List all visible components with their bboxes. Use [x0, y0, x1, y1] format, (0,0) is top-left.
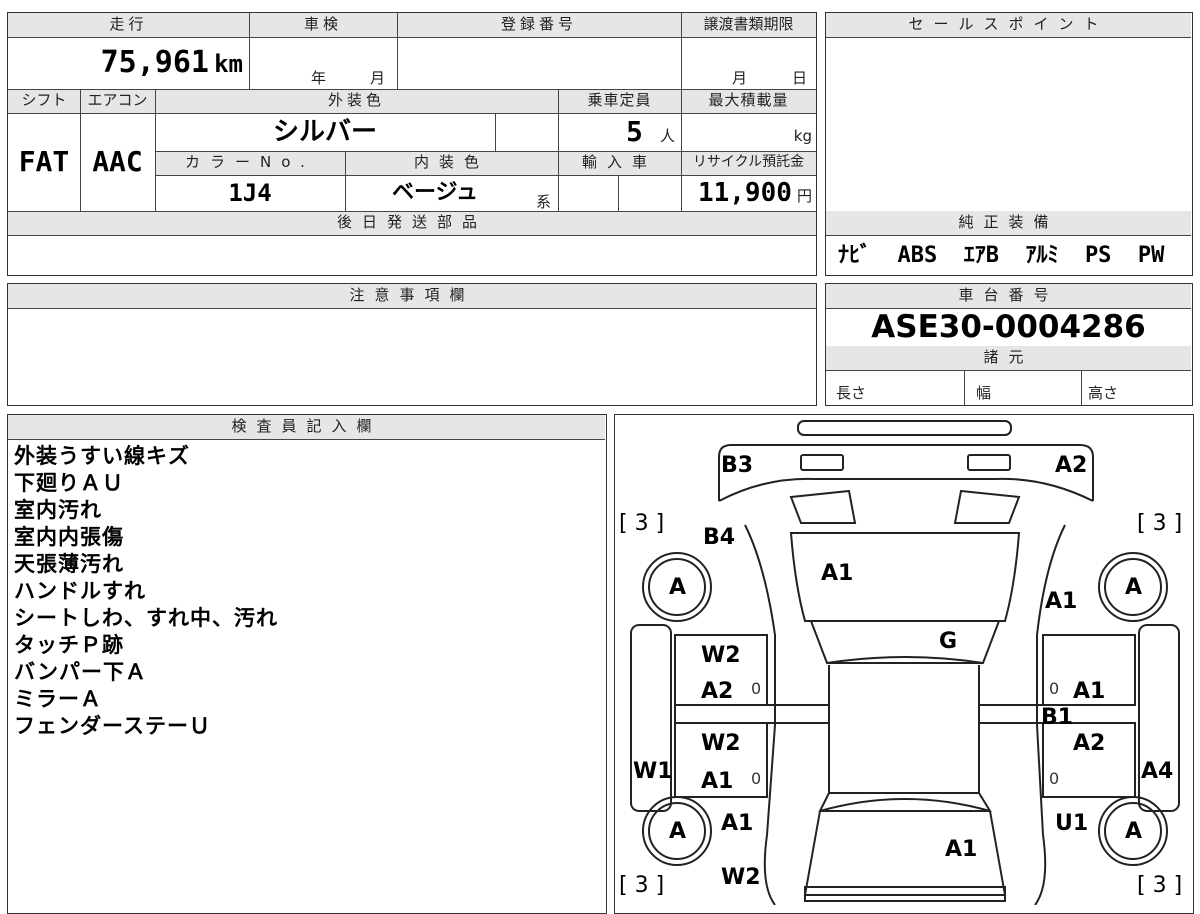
later-parts-header: 後日発送部品: [8, 211, 816, 235]
genuine-equipment-header: 純正装備: [826, 211, 1191, 235]
mileage-value: 75,961: [100, 45, 209, 80]
inspector-line: バンパー下Ａ: [14, 660, 148, 684]
zero-mark: 0: [1049, 679, 1060, 698]
registration-header: 登録番号: [397, 13, 681, 37]
inspector-line: ハンドルすれ: [14, 579, 146, 603]
inspector-lines: 外装うすい線キズ 下廻りＡＵ 室内汚れ 室内内張傷 天張薄汚れ ハンドルすれ シ…: [14, 443, 594, 740]
tire-a-rear-left: A: [669, 819, 687, 844]
label-g: G: [939, 629, 958, 654]
capacity-value: 5: [626, 115, 643, 148]
label-w2-left-front: W2: [701, 643, 741, 668]
inspection-month: 月: [370, 69, 386, 87]
mileage-header: 走行: [8, 13, 249, 37]
inspector-line: 下廻りＡＵ: [14, 471, 124, 495]
inspector-line: フェンダーステーＵ: [14, 714, 211, 738]
label-b3: B3: [721, 453, 754, 478]
vehicle-info-table: 走行 車検 登録番号 譲渡書類期限 75,961 km 年 月 月 日 シフト …: [7, 12, 817, 276]
capacity-unit: 人: [659, 127, 675, 145]
label-a4: A4: [1141, 759, 1174, 784]
label-a2-right-rear-door: A2: [1073, 731, 1106, 756]
bracket-bottom-left: [ 3 ]: [619, 873, 665, 898]
color-no-header: カラーNo.: [155, 151, 345, 175]
recycle-cell: 11,900 円: [681, 175, 816, 211]
color-no-value: 1J4: [228, 179, 272, 207]
deadline-header: 譲渡書類期限: [681, 13, 816, 37]
zero-mark: 0: [751, 769, 762, 788]
load-unit: kg: [793, 127, 812, 145]
label-w1: W1: [633, 759, 673, 784]
label-a1-left-quarter: A1: [721, 811, 754, 836]
tire-a-front-right: A: [1125, 575, 1143, 600]
label-b4: B4: [703, 525, 736, 550]
interior-color-value: ベージュ: [391, 180, 479, 205]
label-a1-right-fender: A1: [1045, 589, 1078, 614]
capacity-cell: 5 人: [558, 113, 681, 151]
label-u1: U1: [1055, 811, 1089, 836]
zero-mark: 0: [1049, 769, 1060, 788]
zero-mark: 0: [751, 679, 762, 698]
interior-suffix: 系: [536, 193, 552, 211]
label-a1-hood: A1: [821, 561, 854, 586]
recycle-unit: 円: [796, 187, 812, 205]
sales-point-box: セールスポイント 純正装備 ﾅﾋﾞ ABS ｴｱB ｱﾙﾐ PS PW: [825, 12, 1193, 276]
deadline-month: 月: [732, 69, 748, 87]
genuine-equipment-value: ﾅﾋﾞ ABS ｴｱB ｱﾙﾐ PS PW: [838, 243, 1165, 268]
spec-height: 高さ: [1088, 384, 1119, 402]
inspection-year: 年: [311, 69, 327, 87]
chassis-header: 車台番号: [826, 284, 1191, 308]
tire-a-front-left: A: [669, 575, 687, 600]
notes-box: 注意事項欄: [7, 283, 817, 406]
sales-point-header: セールスポイント: [826, 13, 1191, 37]
car-diagram: B3 A2 [ 3 ] [ 3 ] B4 A1 A1 A A G W2 A2 0…: [614, 414, 1194, 914]
bracket-top-left: [ 3 ]: [619, 511, 665, 536]
inspector-line: シートしわ、すれ中、汚れ: [14, 606, 278, 630]
spec-width: 幅: [976, 384, 992, 402]
shift-value: FAT: [18, 145, 70, 178]
inspector-line: ミラーＡ: [14, 687, 102, 711]
specs-header: 諸元: [826, 346, 1191, 370]
bracket-bottom-right: [ 3 ]: [1137, 873, 1183, 898]
inspector-line: 外装うすい線キズ: [14, 444, 190, 468]
exterior-color-header: 外装色: [155, 89, 558, 113]
aircon-header: エアコン: [80, 89, 155, 113]
label-b1: B1: [1041, 705, 1074, 730]
label-a1-trunk: A1: [945, 837, 978, 862]
inspector-line: 室内内張傷: [14, 525, 124, 549]
inspector-header: 検査員記入欄: [8, 415, 605, 439]
import-header: 輸入車: [558, 151, 681, 175]
mileage-unit: km: [214, 50, 243, 78]
inspection-header: 車検: [249, 13, 397, 37]
max-load-header: 最大積載量: [681, 89, 816, 113]
deadline-day: 日: [792, 69, 808, 87]
interior-color-header: 内装色: [345, 151, 558, 175]
inspector-line: 室内汚れ: [14, 498, 102, 522]
label-a1-left-rear-door: A1: [701, 769, 734, 794]
aircon-value: AAC: [92, 145, 143, 178]
mileage-cell: 75,961 km: [8, 37, 249, 89]
label-a2-left-front: A2: [701, 679, 734, 704]
recycle-header: リサイクル預託金: [681, 151, 816, 175]
inspector-line: タッチＰ跡: [14, 633, 124, 657]
exterior-color-value: シルバー: [272, 117, 377, 147]
spec-length: 長さ: [836, 384, 867, 402]
notes-header: 注意事項欄: [8, 284, 816, 308]
inspector-line: 天張薄汚れ: [14, 552, 124, 576]
label-a2-top: A2: [1055, 453, 1088, 478]
capacity-header: 乗車定員: [558, 89, 681, 113]
chassis-value: ASE30-0004286: [871, 309, 1146, 345]
bracket-top-right: [ 3 ]: [1137, 511, 1183, 536]
inspector-box: 検査員記入欄 外装うすい線キズ 下廻りＡＵ 室内汚れ 室内内張傷 天張薄汚れ ハ…: [7, 414, 607, 914]
chassis-box: 車台番号 ASE30-0004286 諸元 長さ 幅 高さ: [825, 283, 1193, 406]
label-w2-bottom: W2: [721, 865, 761, 890]
label-w2-left-rear: W2: [701, 731, 741, 756]
recycle-value: 11,900: [697, 178, 792, 208]
tire-a-rear-right: A: [1125, 819, 1143, 844]
shift-header: シフト: [8, 89, 80, 113]
label-a1-right-front-door: A1: [1073, 679, 1106, 704]
